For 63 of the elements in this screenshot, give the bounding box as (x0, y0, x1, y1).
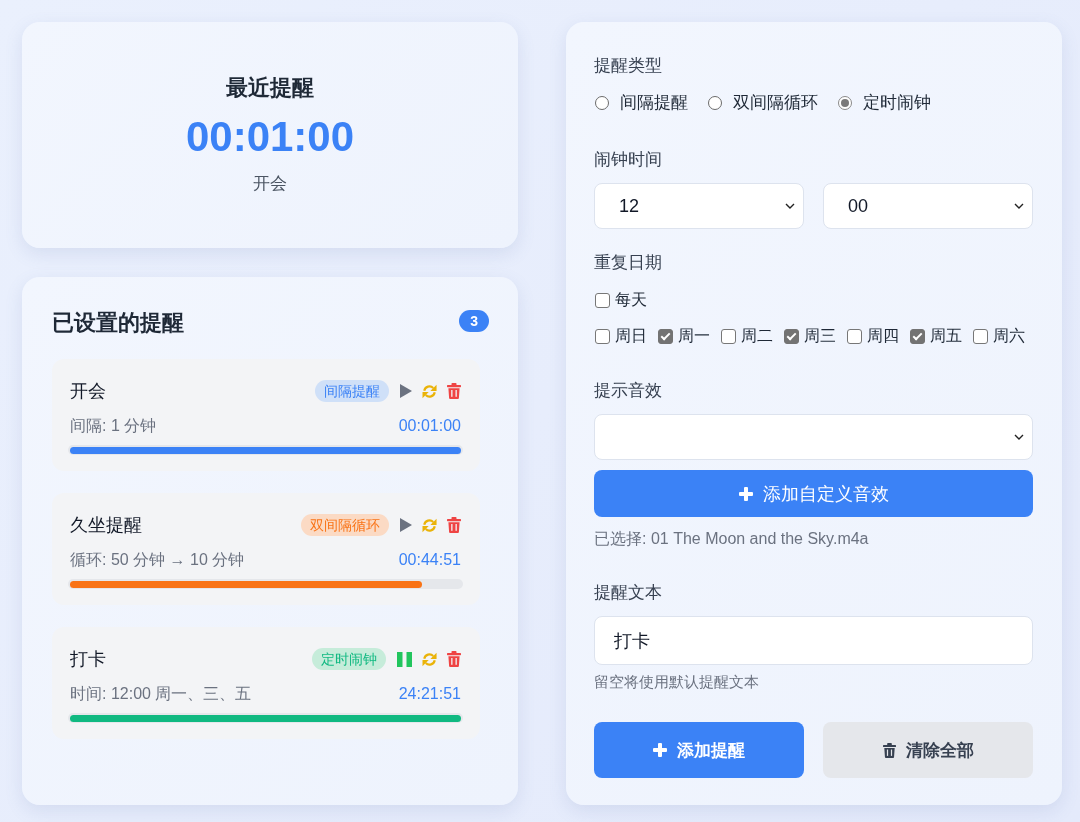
checkbox[interactable] (847, 328, 862, 344)
clear-all-button[interactable]: 清除全部 (823, 722, 1033, 778)
chevron-icon (1014, 203, 1024, 209)
checkbox-label[interactable]: 周一 (678, 325, 710, 347)
add-sound-button[interactable]: 添加自定义音效 (594, 470, 1033, 517)
field-label: 重复日期 (594, 252, 663, 274)
hour-select[interactable]: 12 (594, 183, 804, 229)
reminder-detail: 时间: 12:00 周一、三、五 (70, 684, 252, 704)
remaining-time: 00:44:51 (398, 550, 461, 570)
field-label: 提醒类型 (594, 55, 663, 77)
field-label: 提醒文本 (594, 582, 663, 604)
radio-label[interactable]: 定时闹钟 (863, 91, 931, 115)
count-badge: 3 (459, 310, 489, 332)
checkbox[interactable] (595, 328, 610, 344)
card-title: 最近提醒 (226, 74, 314, 102)
checkbox[interactable] (658, 328, 673, 344)
chevron-icon (1014, 434, 1024, 440)
trash-icon (882, 742, 896, 758)
checkbox[interactable] (721, 328, 736, 344)
checkbox-label[interactable]: 周日 (615, 325, 647, 347)
type-tag: 双间隔循环 (301, 514, 389, 536)
field-label: 闹钟时间 (594, 149, 663, 171)
radio-button[interactable] (708, 96, 722, 110)
play-icon[interactable] (400, 384, 412, 398)
type-tag: 定时闹钟 (312, 648, 386, 670)
reminder-detail: 循环: 50 分钟 → 10 分钟 (70, 550, 245, 570)
field-label: 提示音效 (594, 380, 663, 402)
chevron-icon (785, 203, 795, 209)
reminder-name: 打卡 (70, 648, 106, 671)
trash-icon[interactable] (447, 651, 461, 667)
checkbox[interactable] (973, 328, 988, 344)
radio-button[interactable] (838, 96, 852, 110)
plus-icon (738, 486, 753, 501)
remaining-time: 24:21:51 (398, 684, 461, 704)
trash-icon[interactable] (447, 383, 461, 399)
plus-icon (653, 743, 667, 757)
radio-button[interactable] (595, 96, 609, 110)
section-title: 已设置的提醒 (52, 309, 184, 337)
checkbox-label[interactable]: 周二 (741, 325, 773, 347)
text-input[interactable]: 打卡 (594, 616, 1033, 665)
checkbox-label[interactable]: 周五 (930, 325, 962, 347)
checkbox-label[interactable]: 每天 (615, 289, 647, 311)
checkbox[interactable] (595, 292, 610, 308)
countdown-timer: 00:01:00 (185, 112, 355, 162)
type-tag: 间隔提醒 (315, 380, 389, 402)
checkbox-label[interactable]: 周六 (993, 325, 1025, 347)
minute-select[interactable]: 00 (823, 183, 1033, 229)
play-icon[interactable] (400, 518, 412, 532)
checkbox-label[interactable]: 周四 (867, 325, 899, 347)
checkbox[interactable] (784, 328, 799, 344)
radio-label[interactable]: 间隔提醒 (620, 91, 688, 115)
checkbox-label[interactable]: 周三 (804, 325, 836, 347)
selected-file-text: 已选择: 01 The Moon and the Sky.m4a (594, 529, 870, 549)
reminder-name: 久坐提醒 (70, 514, 142, 537)
reminder-detail: 间隔: 1 分钟 (70, 416, 157, 436)
trash-icon[interactable] (447, 517, 461, 533)
add-reminder-button[interactable]: 添加提醒 (594, 722, 804, 778)
remaining-time: 00:01:00 (398, 416, 461, 436)
reminder-name: 开会 (70, 380, 106, 403)
hint-text: 留空将使用默认提醒文本 (594, 672, 760, 692)
reminder-name: 开会 (253, 173, 287, 195)
checkbox[interactable] (910, 328, 925, 344)
radio-label[interactable]: 双间隔循环 (733, 91, 818, 115)
